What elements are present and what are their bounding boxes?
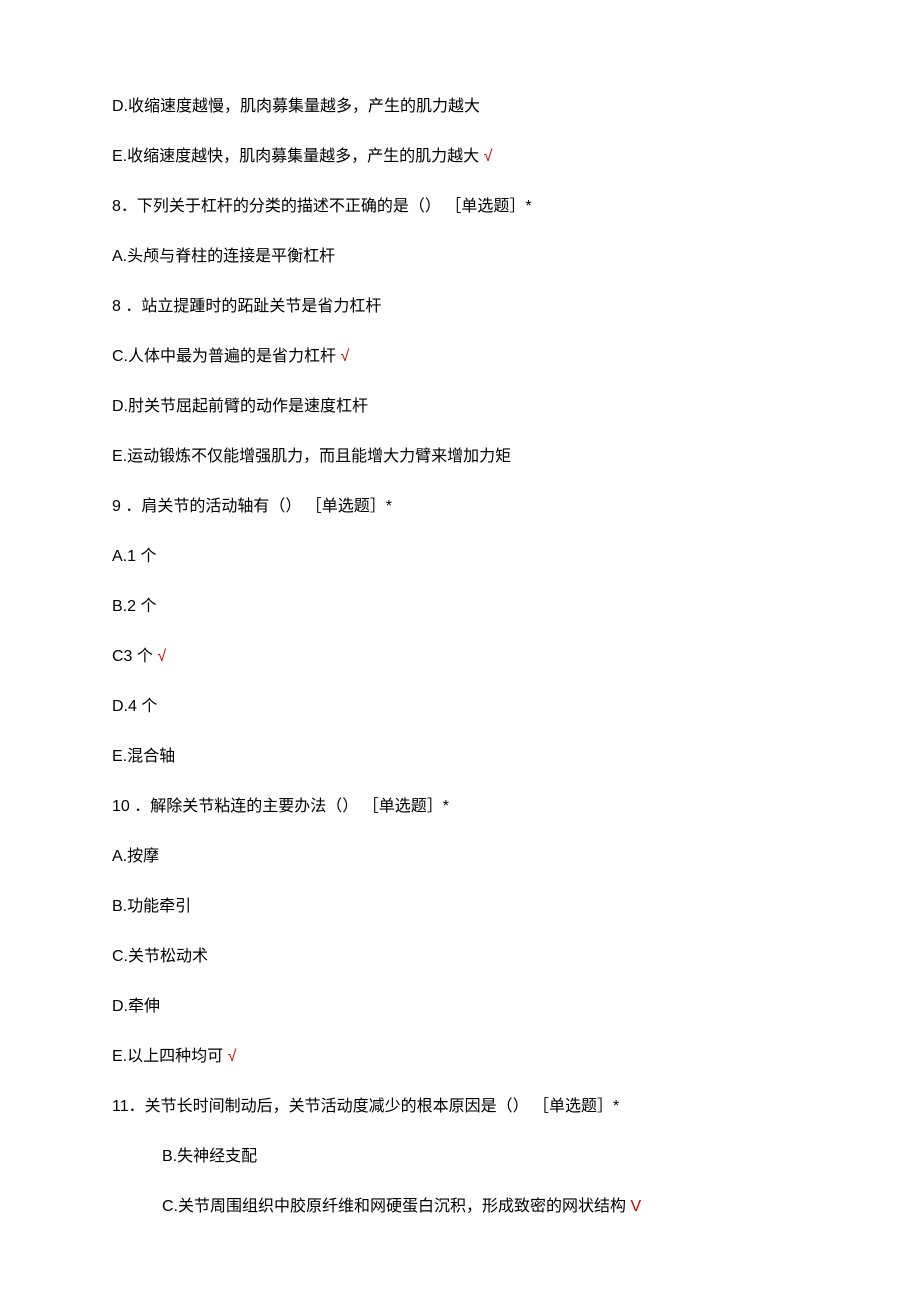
correct-mark-icon: V xyxy=(630,1198,641,1215)
line-text: D.肘关节屈起前臂的动作是速度杠杆 xyxy=(112,398,368,415)
correct-mark-icon: √ xyxy=(228,1048,237,1065)
correct-mark-icon: √ xyxy=(340,348,349,365)
text-line: A.1 个 xyxy=(112,545,808,569)
line-text: 8．下列关于杠杆的分类的描述不正确的是（） ［单选题］* xyxy=(112,198,532,215)
text-line: 8 ．站立提踵时的跖趾关节是省力杠杆 xyxy=(112,295,808,319)
text-line: E.收缩速度越快，肌肉募集量越多，产生的肌力越大 √ xyxy=(112,145,808,169)
line-text: C.人体中最为普遍的是省力杠杆 xyxy=(112,348,340,365)
text-line: E.以上四种均可 √ xyxy=(112,1045,808,1069)
line-text: D.4 个 xyxy=(112,698,157,715)
correct-mark-icon: √ xyxy=(484,148,493,165)
line-text: E.运动锻炼不仅能增强肌力，而且能增大力臂来增加力矩 xyxy=(112,448,511,465)
text-line: D.肘关节屈起前臂的动作是速度杠杆 xyxy=(112,395,808,419)
line-text: E.收缩速度越快，肌肉募集量越多，产生的肌力越大 xyxy=(112,148,484,165)
text-line: B.功能牵引 xyxy=(112,895,808,919)
line-text: 10 ．解除关节粘连的主要办法（） ［单选题］* xyxy=(112,798,449,815)
line-text: C.关节松动术 xyxy=(112,948,208,965)
line-text: A.头颅与脊柱的连接是平衡杠杆 xyxy=(112,248,335,265)
text-line: B.2 个 xyxy=(112,595,808,619)
line-text: 8 ．站立提踵时的跖趾关节是省力杠杆 xyxy=(112,298,381,315)
text-line: E.运动锻炼不仅能增强肌力，而且能增大力臂来增加力矩 xyxy=(112,445,808,469)
line-text: D.收缩速度越慢，肌肉募集量越多，产生的肌力越大 xyxy=(112,98,480,115)
text-line: C.关节松动术 xyxy=(112,945,808,969)
text-line: 11．关节长时间制动后，关节活动度减少的根本原因是（） ［单选题］* xyxy=(112,1095,808,1119)
text-line: B.失神经支配 xyxy=(112,1145,808,1169)
line-text: D.牵伸 xyxy=(112,998,160,1015)
line-text: B.失神经支配 xyxy=(162,1148,257,1165)
line-text: E.混合轴 xyxy=(112,748,175,765)
text-line: C.关节周围组织中胶原纤维和网硬蛋白沉积，形成致密的网状结构 V xyxy=(112,1195,808,1219)
line-text: A.按摩 xyxy=(112,848,159,865)
text-line: 8．下列关于杠杆的分类的描述不正确的是（） ［单选题］* xyxy=(112,195,808,219)
text-line: 9 ．肩关节的活动轴有（） ［单选题］* xyxy=(112,495,808,519)
document-content: D.收缩速度越慢，肌肉募集量越多，产生的肌力越大 E.收缩速度越快，肌肉募集量越多… xyxy=(112,95,808,1219)
text-line: D.收缩速度越慢，肌肉募集量越多，产生的肌力越大 xyxy=(112,95,808,119)
line-text: C3 个 xyxy=(112,648,157,665)
text-line: 10 ．解除关节粘连的主要办法（） ［单选题］* xyxy=(112,795,808,819)
line-text: B.功能牵引 xyxy=(112,898,191,915)
correct-mark-icon: √ xyxy=(157,648,166,665)
text-line: D.牵伸 xyxy=(112,995,808,1019)
line-text: B.2 个 xyxy=(112,598,156,615)
line-text: E.以上四种均可 xyxy=(112,1048,228,1065)
line-text: C.关节周围组织中胶原纤维和网硬蛋白沉积，形成致密的网状结构 xyxy=(162,1198,630,1215)
text-line: D.4 个 xyxy=(112,695,808,719)
line-text: 9 ．肩关节的活动轴有（） ［单选题］* xyxy=(112,498,392,515)
text-line: C3 个 √ xyxy=(112,645,808,669)
text-line: C.人体中最为普遍的是省力杠杆 √ xyxy=(112,345,808,369)
text-line: A.按摩 xyxy=(112,845,808,869)
line-text: A.1 个 xyxy=(112,548,156,565)
line-text: 11．关节长时间制动后，关节活动度减少的根本原因是（） ［单选题］* xyxy=(112,1098,619,1115)
text-line: A.头颅与脊柱的连接是平衡杠杆 xyxy=(112,245,808,269)
text-line: E.混合轴 xyxy=(112,745,808,769)
